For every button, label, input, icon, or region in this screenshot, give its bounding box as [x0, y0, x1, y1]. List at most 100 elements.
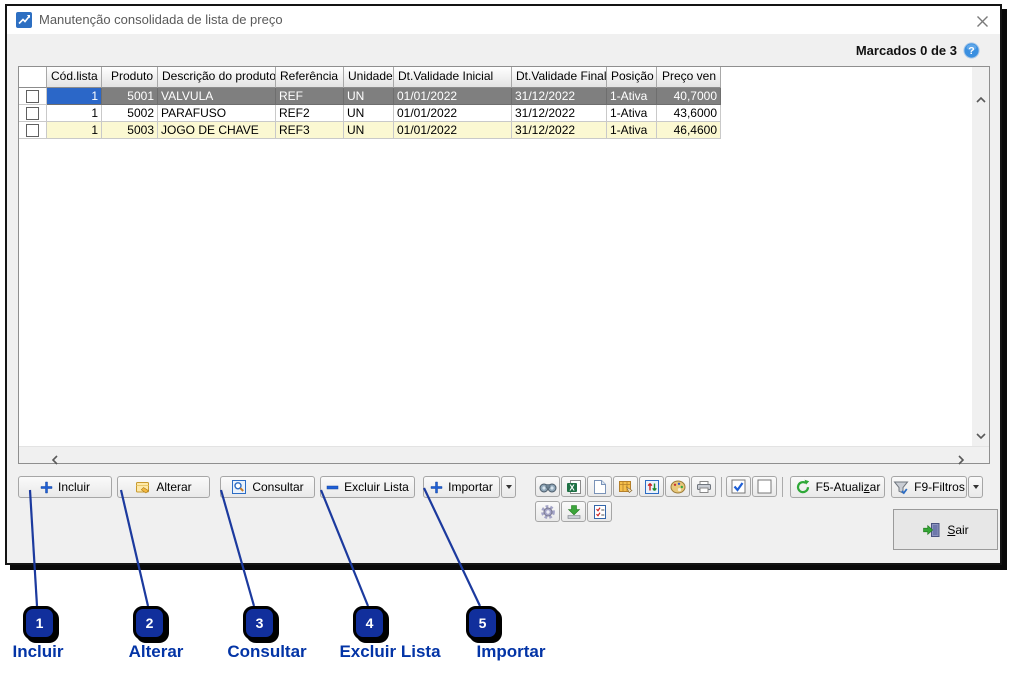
- export-excel-button[interactable]: X: [561, 476, 586, 497]
- sort-icon: [644, 479, 660, 495]
- toolbar-separator: [782, 477, 783, 497]
- sort-order-button[interactable]: [639, 476, 664, 497]
- cell-dt-inicial[interactable]: 01/01/2022: [394, 122, 512, 139]
- document-icon: [593, 479, 607, 495]
- callout-badge-1: 1: [23, 606, 56, 640]
- importar-dropdown-button[interactable]: [501, 476, 516, 498]
- f9-dropdown-button[interactable]: [968, 476, 983, 498]
- cell-referencia[interactable]: REF: [276, 88, 344, 105]
- plus-icon: [430, 481, 443, 494]
- callout-badge-4: 4: [353, 606, 386, 640]
- import-file-button[interactable]: [561, 501, 586, 522]
- chevron-down-icon: [506, 485, 512, 489]
- consultar-button[interactable]: Consultar: [220, 476, 315, 498]
- checkbox-icon: [26, 90, 39, 103]
- alterar-label: Alterar: [156, 480, 191, 494]
- cell-unidade[interactable]: UN: [344, 105, 394, 122]
- header-preco[interactable]: Preço ven: [657, 67, 721, 88]
- header-referencia[interactable]: Referência: [276, 67, 344, 88]
- help-icon[interactable]: ?: [963, 42, 980, 59]
- callout-badge-3: 3: [243, 606, 276, 640]
- select-columns-button[interactable]: [613, 476, 638, 497]
- unchecked-box-icon: [757, 479, 772, 494]
- print-button[interactable]: [691, 476, 716, 497]
- header-produto[interactable]: Produto: [102, 67, 158, 88]
- cell-cod-lista[interactable]: 1: [47, 122, 102, 139]
- filter-icon: [893, 480, 909, 495]
- cell-descricao[interactable]: VALVULA: [158, 88, 276, 105]
- excluir-lista-button[interactable]: Excluir Lista: [320, 476, 415, 498]
- mark-all-button[interactable]: [726, 476, 751, 497]
- new-document-button[interactable]: [587, 476, 612, 497]
- cell-dt-final[interactable]: 31/12/2022: [512, 88, 607, 105]
- sair-label: Sair: [947, 523, 968, 537]
- svg-text:?: ?: [968, 45, 974, 57]
- incluir-button[interactable]: Incluir: [18, 476, 112, 498]
- header-unidade[interactable]: Unidade: [344, 67, 394, 88]
- header-select[interactable]: [19, 67, 47, 88]
- binoculars-icon: [539, 480, 557, 494]
- columns-grid-icon: [618, 479, 634, 495]
- scroll-up-icon[interactable]: [976, 91, 986, 99]
- toolbar-separator: [721, 477, 722, 497]
- scroll-right-icon[interactable]: [957, 452, 967, 460]
- cell-posicao[interactable]: 1-Ativa: [607, 88, 657, 105]
- header-dt-inicial[interactable]: Dt.Validade Inicial: [394, 67, 512, 88]
- cell-produto[interactable]: 5003: [102, 122, 158, 139]
- excluir-lista-label: Excluir Lista: [344, 480, 409, 494]
- cell-cod-lista[interactable]: 1: [47, 88, 102, 105]
- colors-button[interactable]: [665, 476, 690, 497]
- cell-descricao[interactable]: JOGO DE CHAVE: [158, 122, 276, 139]
- consultar-label: Consultar: [252, 480, 303, 494]
- header-descricao[interactable]: Descrição do produto: [158, 67, 276, 88]
- header-cod-lista[interactable]: Cód.lista: [47, 67, 102, 88]
- row-checkbox[interactable]: [19, 122, 47, 139]
- importar-button[interactable]: Importar: [423, 476, 500, 498]
- callout-label-excluir-lista: Excluir Lista: [334, 642, 446, 664]
- scroll-down-icon[interactable]: [976, 427, 986, 435]
- download-arrow-icon: [566, 504, 582, 520]
- cell-dt-final[interactable]: 31/12/2022: [512, 122, 607, 139]
- cell-unidade[interactable]: UN: [344, 88, 394, 105]
- cell-referencia[interactable]: REF2: [276, 105, 344, 122]
- cell-produto[interactable]: 5002: [102, 105, 158, 122]
- header-posicao[interactable]: Posição: [607, 67, 657, 88]
- gear-icon: [540, 504, 556, 520]
- checklist-icon: [593, 504, 607, 520]
- checkbox-icon: [26, 107, 39, 120]
- cell-preco[interactable]: 40,7000: [657, 88, 721, 105]
- callout-label-consultar: Consultar: [227, 642, 307, 664]
- close-icon[interactable]: [974, 13, 990, 29]
- cell-posicao[interactable]: 1-Ativa: [607, 105, 657, 122]
- horizontal-scrollbar[interactable]: [19, 446, 989, 463]
- scroll-left-icon[interactable]: [51, 452, 61, 460]
- grid-table: Cód.lista Produto Descrição do produto R…: [19, 67, 721, 139]
- callout-badge-2: 2: [133, 606, 166, 640]
- cell-posicao[interactable]: 1-Ativa: [607, 122, 657, 139]
- vertical-scrollbar[interactable]: [972, 67, 989, 448]
- cell-dt-final[interactable]: 31/12/2022: [512, 105, 607, 122]
- sair-button[interactable]: Sair: [922, 522, 968, 538]
- checklist-button[interactable]: [587, 501, 612, 522]
- binoculars-button[interactable]: [535, 476, 560, 497]
- cell-unidade[interactable]: UN: [344, 122, 394, 139]
- cell-descricao[interactable]: PARAFUSO: [158, 105, 276, 122]
- settings-button[interactable]: [535, 501, 560, 522]
- row-checkbox[interactable]: [19, 105, 47, 122]
- app-icon: [16, 12, 32, 28]
- callout-badge-5: 5: [466, 606, 499, 640]
- alterar-button[interactable]: Alterar: [117, 476, 210, 498]
- chevron-down-icon: [973, 485, 979, 489]
- cell-produto[interactable]: 5001: [102, 88, 158, 105]
- f5-atualizar-button[interactable]: F5-Atualizar: [790, 476, 885, 498]
- f9-filtros-button[interactable]: F9-Filtros: [891, 476, 967, 498]
- cell-referencia[interactable]: REF3: [276, 122, 344, 139]
- row-checkbox[interactable]: [19, 88, 47, 105]
- cell-dt-inicial[interactable]: 01/01/2022: [394, 105, 512, 122]
- cell-dt-inicial[interactable]: 01/01/2022: [394, 88, 512, 105]
- cell-cod-lista[interactable]: 1: [47, 105, 102, 122]
- cell-preco[interactable]: 46,4600: [657, 122, 721, 139]
- header-dt-final[interactable]: Dt.Validade Final: [512, 67, 607, 88]
- cell-preco[interactable]: 43,6000: [657, 105, 721, 122]
- unmark-all-button[interactable]: [752, 476, 777, 497]
